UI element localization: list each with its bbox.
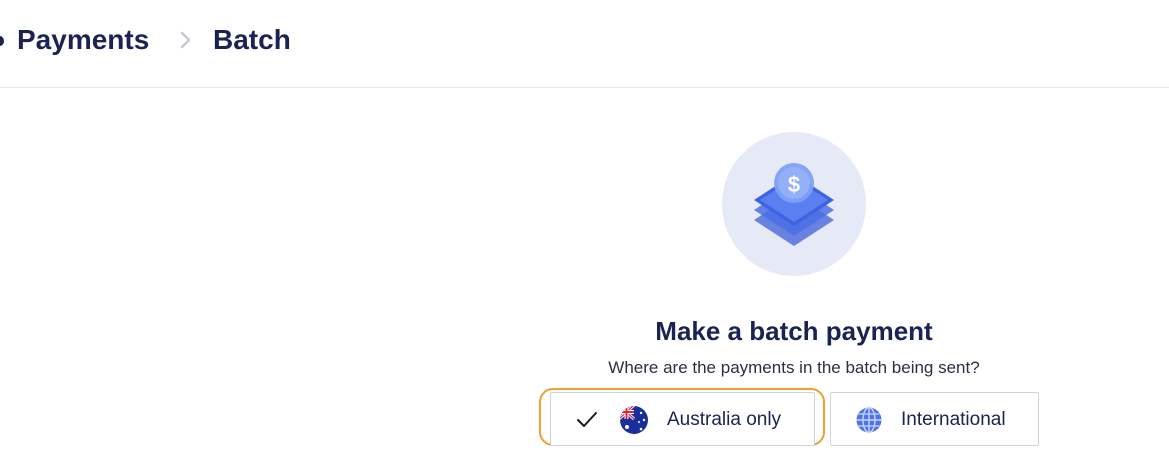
australia-only-label: Australia only — [667, 409, 782, 430]
australia-flag-icon — [620, 406, 648, 434]
destination-question: Where are the payments in the batch bein… — [608, 358, 980, 377]
page-header: Payments Batch — [0, 0, 1169, 88]
international-option[interactable]: International — [830, 392, 1039, 446]
stacked-layers-dollar-icon: $ — [754, 163, 834, 246]
svg-text:$: $ — [788, 172, 800, 197]
checkmark-icon — [577, 412, 597, 427]
page-title: Make a batch payment — [655, 316, 933, 346]
chevron-right-icon — [180, 31, 191, 49]
australia-only-option[interactable]: Australia only — [550, 392, 815, 446]
international-label: International — [901, 409, 1006, 430]
back-button[interactable] — [0, 36, 4, 46]
batch-payment-illustration: $ — [722, 132, 866, 276]
breadcrumb-batch: Batch — [213, 24, 291, 55]
breadcrumb-payments-link[interactable]: Payments — [17, 22, 149, 58]
globe-icon — [856, 406, 882, 434]
